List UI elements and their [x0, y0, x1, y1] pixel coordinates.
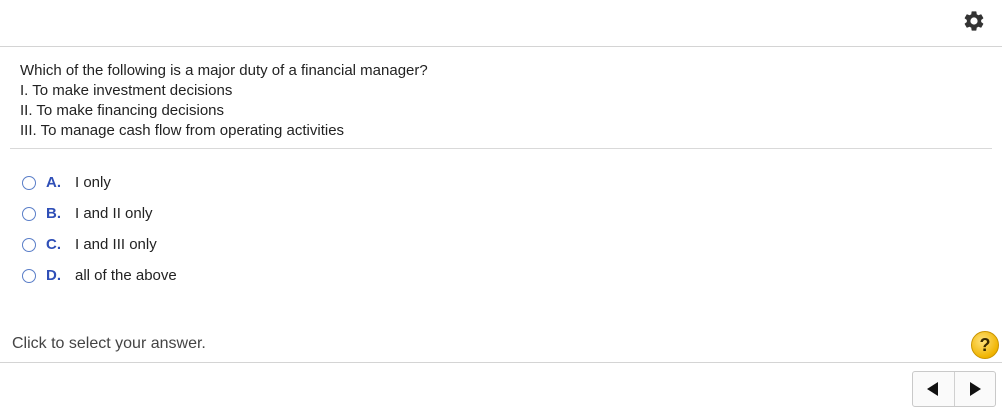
help-icon[interactable]: ? [971, 331, 999, 359]
choice-d-letter: D. [46, 267, 61, 284]
choice-a[interactable]: A. I only [22, 167, 177, 198]
choice-b-letter: B. [46, 205, 61, 222]
choice-d[interactable]: D. all of the above [22, 260, 177, 291]
radio-c[interactable] [22, 237, 36, 252]
statement-1: I. To make investment decisions [20, 82, 233, 99]
choice-b-text: I and II only [75, 205, 153, 222]
previous-arrow-icon [927, 382, 939, 396]
radio-b[interactable] [22, 206, 36, 221]
choice-b[interactable]: B. I and II only [22, 198, 177, 229]
choice-a-text: I only [75, 174, 111, 191]
statement-3: III. To manage cash flow from operating … [20, 122, 345, 139]
instruction-text: Click to select your answer. [12, 335, 206, 352]
choice-a-letter: A. [46, 174, 61, 191]
top-toolbar [0, 0, 1002, 47]
radio-d[interactable] [22, 268, 36, 283]
choice-d-text: all of the above [75, 267, 177, 284]
question-divider [10, 148, 992, 149]
choice-c-text: I and III only [75, 236, 157, 253]
choice-c-letter: C. [46, 236, 61, 253]
question-text: Which of the following is a major duty o… [20, 61, 980, 141]
question-page: Which of the following is a major duty o… [0, 0, 1002, 415]
next-button[interactable] [953, 372, 996, 406]
question-stem: Which of the following is a major duty o… [20, 62, 428, 79]
statement-2: II. To make financing decisions [20, 102, 225, 119]
gear-icon[interactable] [962, 9, 986, 33]
radio-a[interactable] [22, 175, 36, 190]
help-symbol: ? [979, 334, 991, 355]
choice-c[interactable]: C. I and III only [22, 229, 177, 260]
answer-choices: A. I only B. I and II only C. I and III … [22, 167, 177, 291]
previous-button[interactable] [913, 372, 954, 406]
footer-divider [0, 362, 1002, 363]
next-arrow-icon [969, 382, 981, 396]
navigation-buttons [912, 371, 996, 407]
